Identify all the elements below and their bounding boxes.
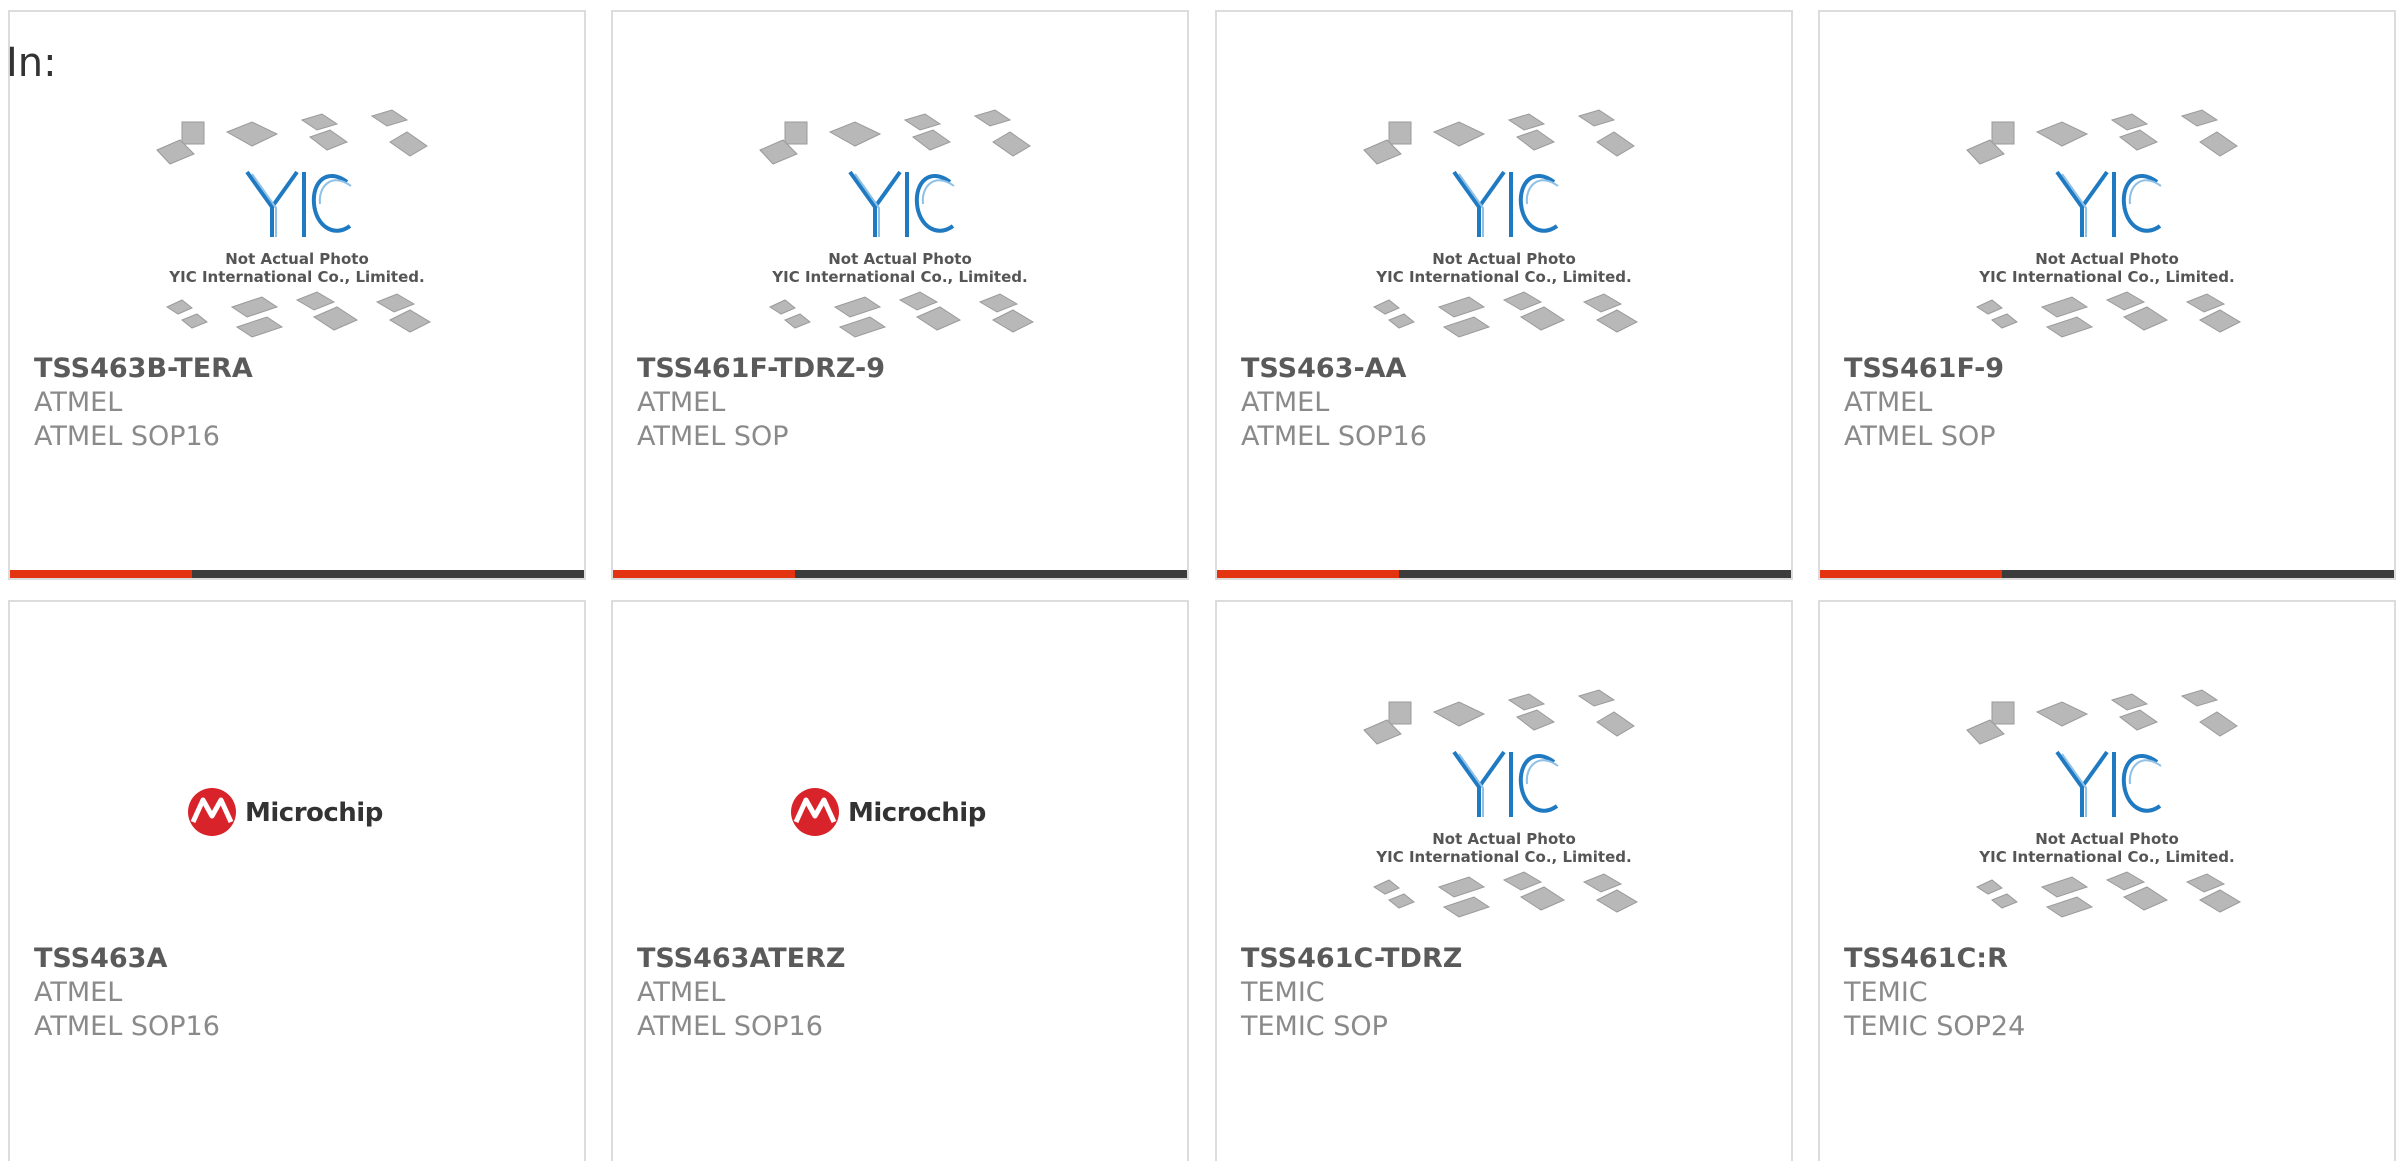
manufacturer: TEMIC [1844,977,1928,1008]
placeholder-line1: Not Actual Photo [2035,830,2179,848]
package: ATMEL SOP16 [637,1011,823,1042]
product-card-tss461f-9[interactable]: Not Actual Photo YIC International Co., … [1818,10,2396,580]
product-card-tss463-aa[interactable]: Not Actual Photo YIC International Co., … [1215,10,1793,580]
placeholder-line2: YIC International Co., Limited. [1978,268,2234,286]
card-bottom-bar [613,570,1187,578]
product-image: Not Actual Photo YIC International Co., … [1820,92,2394,372]
package: ATMEL SOP16 [34,1011,220,1042]
package: TEMIC SOP [1241,1011,1388,1042]
placeholder-line1: Not Actual Photo [2035,250,2179,268]
manufacturer: ATMEL [1844,387,1933,418]
product-grid: Not Actual Photo YIC International Co., … [0,0,2400,1161]
product-card-tss463aterz[interactable]: Microchip TSS463ATERZ ATMEL ATMEL SOP16 [611,600,1189,1161]
part-number[interactable]: TSS461C:R [1844,942,2374,976]
product-image: Not Actual Photo YIC International Co., … [613,92,1187,372]
yic-placeholder-image: Not Actual Photo YIC International Co., … [1966,689,2242,918]
manufacturer: ATMEL [637,977,726,1008]
placeholder-line1: Not Actual Photo [225,250,369,268]
placeholder-line1: Not Actual Photo [1432,830,1576,848]
manufacturer: ATMEL [34,387,123,418]
placeholder-line2: YIC International Co., Limited. [771,268,1027,286]
part-number[interactable]: TSS463B-TERA [34,352,564,386]
microchip-logo: Microchip [188,788,383,836]
microchip-logo-text: Microchip [848,798,986,828]
product-card-tss463a[interactable]: Microchip TSS463A ATMEL ATMEL SOP16 [8,600,586,1161]
yic-placeholder-image: Not Actual Photo YIC International Co., … [1363,109,1639,338]
placeholder-line1: Not Actual Photo [828,250,972,268]
microchip-logo-text: Microchip [245,798,383,828]
card-accent-bar [1217,570,1399,578]
placeholder-line2: YIC International Co., Limited. [1375,848,1631,866]
product-image: Microchip [613,672,1187,952]
part-number[interactable]: TSS461C-TDRZ [1241,942,1771,976]
package: ATMEL SOP16 [34,421,220,452]
card-accent-bar [1820,570,2002,578]
product-card-tss461f-tdrz-9[interactable]: Not Actual Photo YIC International Co., … [611,10,1189,580]
product-image: Not Actual Photo YIC International Co., … [10,92,584,372]
product-listing-page: In: Not Actual Photo YIC International C… [0,0,2400,1161]
product-image: Not Actual Photo YIC International Co., … [1820,672,2394,952]
product-image: Microchip [10,672,584,952]
microchip-logo: Microchip [791,788,986,836]
part-number[interactable]: TSS461F-TDRZ-9 [637,352,1167,386]
part-number[interactable]: TSS463-AA [1241,352,1771,386]
yic-placeholder-image: Not Actual Photo YIC International Co., … [1966,109,2242,338]
product-card-tss463b-tera[interactable]: Not Actual Photo YIC International Co., … [8,10,586,580]
card-accent-bar [613,570,795,578]
package: ATMEL SOP [1844,421,1996,452]
placeholder-line2: YIC International Co., Limited. [168,268,424,286]
card-bottom-bar [1217,570,1791,578]
card-bottom-bar [1820,570,2394,578]
yic-placeholder-image: Not Actual Photo YIC International Co., … [156,109,432,338]
card-accent-bar [10,570,192,578]
package: TEMIC SOP24 [1844,1011,2026,1042]
card-bottom-bar [10,570,584,578]
manufacturer: TEMIC [1241,977,1325,1008]
manufacturer: ATMEL [34,977,123,1008]
package: ATMEL SOP16 [1241,421,1427,452]
product-image: Not Actual Photo YIC International Co., … [1217,672,1791,952]
part-number[interactable]: TSS461F-9 [1844,352,2374,386]
placeholder-line2: YIC International Co., Limited. [1978,848,2234,866]
product-card-tss461c-r[interactable]: Not Actual Photo YIC International Co., … [1818,600,2396,1161]
product-card-tss461c-tdrz[interactable]: Not Actual Photo YIC International Co., … [1215,600,1793,1161]
package: ATMEL SOP [637,421,789,452]
yic-placeholder-image: Not Actual Photo YIC International Co., … [1363,689,1639,918]
product-image: Not Actual Photo YIC International Co., … [1217,92,1791,372]
manufacturer: ATMEL [1241,387,1330,418]
part-number[interactable]: TSS463A [34,942,564,976]
filter-in-label: In: [6,40,57,86]
yic-placeholder-image: Not Actual Photo YIC International Co., … [759,109,1035,338]
placeholder-line2: YIC International Co., Limited. [1375,268,1631,286]
placeholder-line1: Not Actual Photo [1432,250,1576,268]
manufacturer: ATMEL [637,387,726,418]
part-number[interactable]: TSS463ATERZ [637,942,1167,976]
